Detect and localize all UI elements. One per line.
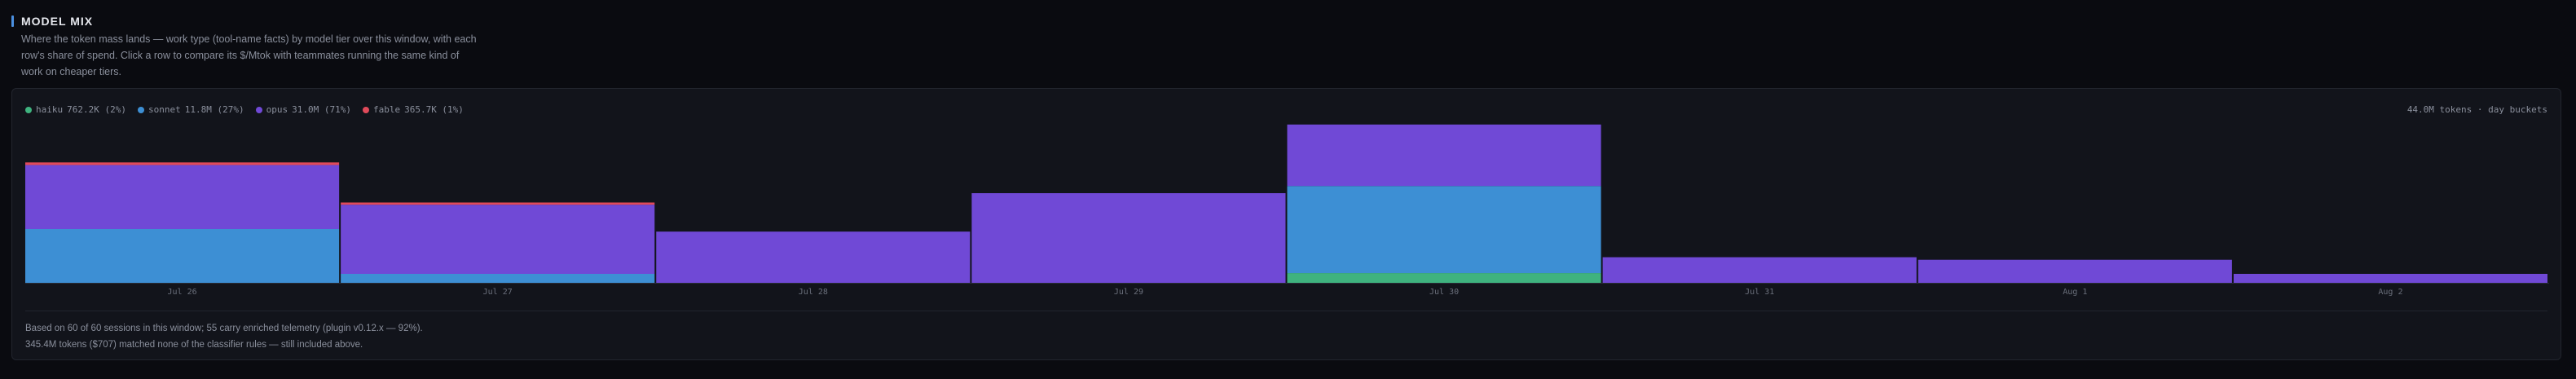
x-tick-label: Aug 1 (2063, 288, 2087, 297)
bar-segment-opus[interactable] (341, 205, 655, 274)
bar-group-jul-29[interactable] (971, 193, 1286, 283)
section-description: Where the token mass lands — work type (… (21, 33, 477, 77)
x-tick-label: Jul 29 (1114, 288, 1143, 297)
footnote: Based on 60 of 60 sessions in this windo… (25, 320, 423, 353)
bar-group-jul-30[interactable] (1287, 124, 1601, 283)
bar-segment-fable[interactable] (341, 202, 655, 205)
bar-group-aug-2[interactable] (2233, 274, 2547, 283)
x-tick-label: Aug 2 (2378, 288, 2402, 297)
bar-segment-opus[interactable] (1918, 259, 2232, 283)
footnote-sessions: Based on 60 of 60 sessions in this windo… (25, 324, 423, 333)
bar-segment-haiku[interactable] (1287, 273, 1601, 283)
bar-group-jul-28[interactable] (656, 231, 971, 283)
bar-segment-opus[interactable] (25, 165, 340, 229)
x-tick-label: Jul 31 (1745, 288, 1774, 297)
bar-segment-opus[interactable] (971, 193, 1286, 283)
bar-segment-opus[interactable] (1287, 124, 1601, 187)
bar-group-jul-31[interactable] (1602, 257, 1917, 283)
footnote-unmatched: 345.4M tokens ($707) matched none of the… (25, 340, 363, 350)
section-header: MODEL MIX (11, 15, 93, 28)
bar-segment-sonnet[interactable] (341, 274, 655, 283)
section-title: MODEL MIX (21, 15, 94, 28)
bar-segment-sonnet[interactable] (1287, 186, 1601, 274)
bar-segment-sonnet[interactable] (25, 229, 340, 283)
x-tick-label: Jul 27 (483, 288, 513, 297)
bar-group-jul-26[interactable] (25, 162, 340, 283)
x-tick-label: Jul 28 (799, 288, 828, 297)
model-mix-panel: haiku 762.2K (2%) sonnet 11.8M (27%) opus 31.… (11, 88, 2561, 360)
bar-segment-opus[interactable] (1602, 257, 1917, 283)
x-tick-label: Jul 30 (1429, 288, 1459, 297)
accent-bar (11, 15, 14, 27)
x-tick-label: Jul 26 (168, 288, 197, 297)
bar-group-aug-1[interactable] (1918, 259, 2232, 283)
bar-segment-fable[interactable] (25, 162, 340, 165)
bar-group-jul-27[interactable] (341, 202, 655, 283)
bar-segment-opus[interactable] (656, 231, 971, 283)
bar-segment-opus[interactable] (2233, 274, 2547, 283)
